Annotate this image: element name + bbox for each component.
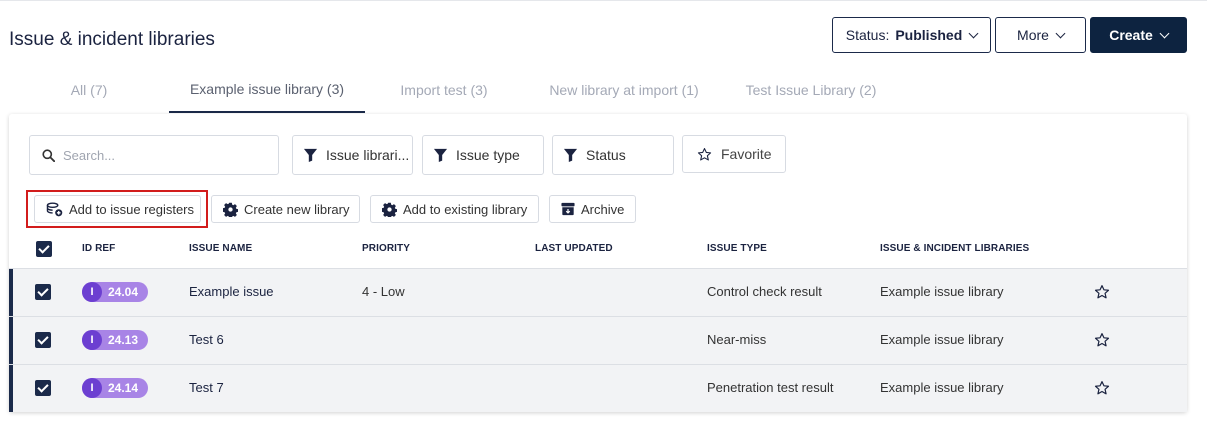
search-box[interactable]	[29, 135, 279, 175]
column-header-last-updated[interactable]: LAST UPDATED	[535, 243, 613, 254]
create-button[interactable]: Create	[1090, 17, 1187, 53]
badge-number: 24.13	[108, 333, 139, 347]
more-button[interactable]: More	[995, 17, 1086, 53]
page-title: Issue & incident libraries	[9, 29, 215, 50]
issue-name[interactable]: Example issue	[189, 284, 274, 299]
highlight-box	[26, 190, 208, 228]
favorite-label: Favorite	[721, 146, 772, 162]
gear-icon	[223, 202, 238, 217]
id-ref-badge[interactable]: I 24.13	[82, 330, 148, 350]
library-tabs: All (7) Example issue library (3) Import…	[9, 66, 1187, 114]
create-new-library-button[interactable]: Create new library	[211, 195, 360, 223]
chevron-down-icon	[1159, 28, 1170, 38]
issue-library: Example issue library	[880, 380, 1004, 395]
filter-icon	[303, 148, 318, 163]
add-to-existing-library-button[interactable]: Add to existing library	[370, 195, 539, 223]
search-input[interactable]	[63, 147, 263, 163]
row-selected-indicator	[9, 365, 13, 412]
more-label: More	[1017, 27, 1049, 43]
table-row[interactable]	[9, 316, 1187, 364]
filter-icon	[563, 148, 578, 163]
issue-library: Example issue library	[880, 284, 1004, 299]
row-checkbox[interactable]	[35, 380, 51, 396]
status-value: Published	[895, 27, 963, 43]
favorite-star-icon[interactable]	[1094, 332, 1110, 348]
id-ref-badge[interactable]: I 24.14	[82, 378, 148, 398]
table-row[interactable]	[9, 268, 1187, 316]
issue-type: Penetration test result	[707, 380, 834, 395]
issue-name[interactable]: Test 6	[189, 332, 224, 347]
issue-libraries-filter-label: Issue librari...	[326, 147, 410, 163]
chevron-down-icon	[968, 28, 979, 38]
id-ref-badge[interactable]: I 24.04	[82, 282, 148, 302]
badge-letter: I	[82, 330, 102, 350]
tab-import-test[interactable]: Import test (3)	[365, 66, 523, 113]
issue-libraries-filter[interactable]: Issue librari...	[292, 135, 413, 175]
issue-type-filter[interactable]: Issue type	[422, 135, 544, 175]
tab-example-issue-library[interactable]: Example issue library (3)	[169, 66, 365, 113]
add-to-existing-library-label: Add to existing library	[403, 201, 528, 217]
row-selected-indicator	[9, 317, 13, 364]
badge-letter: I	[82, 378, 102, 398]
badge-number: 24.04	[108, 285, 139, 299]
status-prefix: Status:	[845, 27, 890, 43]
row-checkbox[interactable]	[35, 332, 51, 348]
archive-icon	[561, 202, 575, 216]
gear-icon	[382, 202, 397, 217]
top-divider	[0, 0, 1207, 2]
issue-name[interactable]: Test 7	[189, 380, 224, 395]
row-selected-indicator	[9, 269, 13, 316]
issue-type: Control check result	[707, 284, 822, 299]
priority: 4 - Low	[362, 284, 405, 299]
search-icon	[42, 148, 55, 162]
create-new-library-label: Create new library	[244, 201, 350, 217]
chevron-down-icon	[1055, 28, 1066, 38]
filter-icon	[433, 148, 448, 163]
table-row[interactable]	[9, 364, 1187, 412]
column-header-issue-type[interactable]: ISSUE TYPE	[707, 243, 767, 254]
favorite-star-icon[interactable]	[1094, 380, 1110, 396]
issue-library: Example issue library	[880, 332, 1004, 347]
issue-type-filter-label: Issue type	[456, 147, 520, 163]
column-header-issue-name[interactable]: ISSUE NAME	[189, 243, 252, 254]
column-header-libraries[interactable]: ISSUE & INCIDENT LIBRARIES	[880, 243, 1029, 254]
tab-test-issue-library[interactable]: Test Issue Library (2)	[725, 66, 897, 113]
select-all-checkbox[interactable]	[36, 241, 52, 257]
column-header-id-ref[interactable]: ID REF	[82, 243, 115, 254]
column-header-priority[interactable]: PRIORITY	[362, 243, 410, 254]
archive-label: Archive	[581, 201, 625, 217]
archive-button[interactable]: Archive	[549, 195, 636, 223]
star-icon	[697, 147, 712, 160]
favorite-star-icon[interactable]	[1094, 284, 1110, 300]
issue-type: Near-miss	[707, 332, 767, 347]
status-filter-label: Status	[586, 147, 626, 163]
create-label: Create	[1109, 27, 1153, 43]
tab-new-library-at-import[interactable]: New library at import (1)	[523, 66, 725, 113]
row-checkbox[interactable]	[35, 284, 51, 300]
favorite-filter-button[interactable]: Favorite	[682, 135, 786, 173]
badge-number: 24.14	[108, 381, 139, 395]
status-dropdown-button[interactable]: Status: Published	[832, 17, 991, 53]
tab-all[interactable]: All (7)	[9, 66, 169, 113]
badge-letter: I	[82, 282, 102, 302]
status-filter[interactable]: Status	[552, 135, 674, 175]
